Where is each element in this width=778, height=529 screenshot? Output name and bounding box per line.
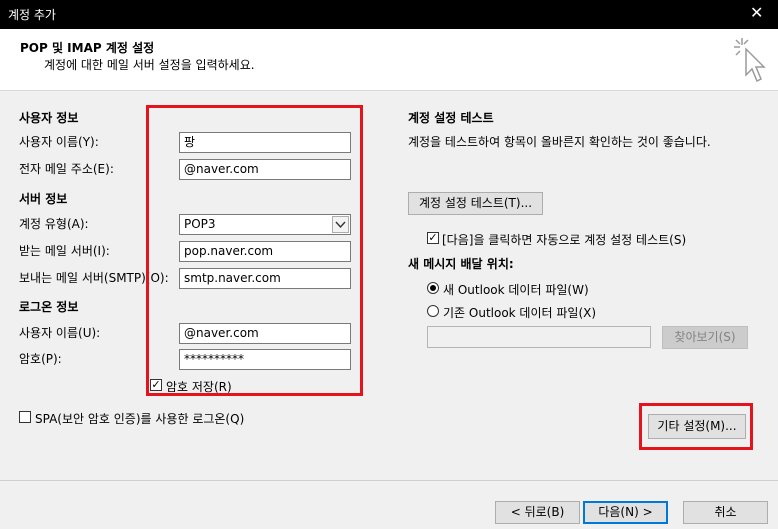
close-icon[interactable]: ✕ xyxy=(750,3,763,22)
title-bar: 계정 추가 ✕ xyxy=(0,0,778,29)
more-settings-button[interactable]: 기타 설정(M)... xyxy=(648,414,746,439)
spa-check-box-icon xyxy=(19,411,31,423)
account-type-label: 계정 유형(A): xyxy=(19,217,89,231)
cancel-button[interactable]: 취소 xyxy=(683,501,768,524)
auto-test-label: [다음]을 클릭하면 자동으로 계정 설정 테스트(S) xyxy=(442,233,687,247)
incoming-server-label: 받는 메일 서버(I): xyxy=(19,244,110,258)
cursor-sparkle-icon xyxy=(734,38,766,83)
header-title: POP 및 IMAP 계정 설정 xyxy=(20,41,155,55)
data-file-path-input[interactable] xyxy=(427,326,651,348)
existing-data-file-label: 기존 Outlook 데이터 파일(X) xyxy=(443,306,597,320)
window-title: 계정 추가 xyxy=(8,8,56,22)
server-info-heading: 서버 정보 xyxy=(19,192,68,206)
radio-unselected-icon xyxy=(427,305,439,317)
dialog-header: POP 및 IMAP 계정 설정 계정에 대한 메일 서버 설정을 입력하세요. xyxy=(0,29,778,91)
spa-label: SPA(보안 암호 인증)를 사용한 로그온(Q) xyxy=(35,412,245,426)
header-subtitle: 계정에 대한 메일 서버 설정을 입력하세요. xyxy=(44,58,255,72)
delivery-heading: 새 메시지 배달 위치: xyxy=(408,257,514,271)
radio-selected-icon xyxy=(427,282,439,294)
user-name-label: 사용자 이름(Y): xyxy=(19,135,99,149)
password-label: 암호(P): xyxy=(19,352,62,366)
back-button[interactable]: < 뒤로(B) xyxy=(495,501,580,524)
logon-user-label: 사용자 이름(U): xyxy=(19,326,101,340)
footer-divider xyxy=(0,480,778,481)
check-icon: ✓ xyxy=(427,231,439,244)
new-data-file-label: 새 Outlook 데이터 파일(W) xyxy=(443,283,589,297)
next-button[interactable]: 다음(N) > xyxy=(583,501,668,524)
test-description: 계정을 테스트하여 항목이 올바른지 확인하는 것이 좋습니다. xyxy=(408,135,711,149)
highlight-box-server-fields xyxy=(146,105,363,396)
test-account-button[interactable]: 계정 설정 테스트(T)... xyxy=(408,192,543,215)
test-heading: 계정 설정 테스트 xyxy=(408,111,494,125)
logon-info-heading: 로그온 정보 xyxy=(19,300,79,314)
user-info-heading: 사용자 정보 xyxy=(19,111,79,125)
email-label: 전자 메일 주소(E): xyxy=(19,162,114,176)
browse-button[interactable]: 찾아보기(S) xyxy=(662,326,748,349)
